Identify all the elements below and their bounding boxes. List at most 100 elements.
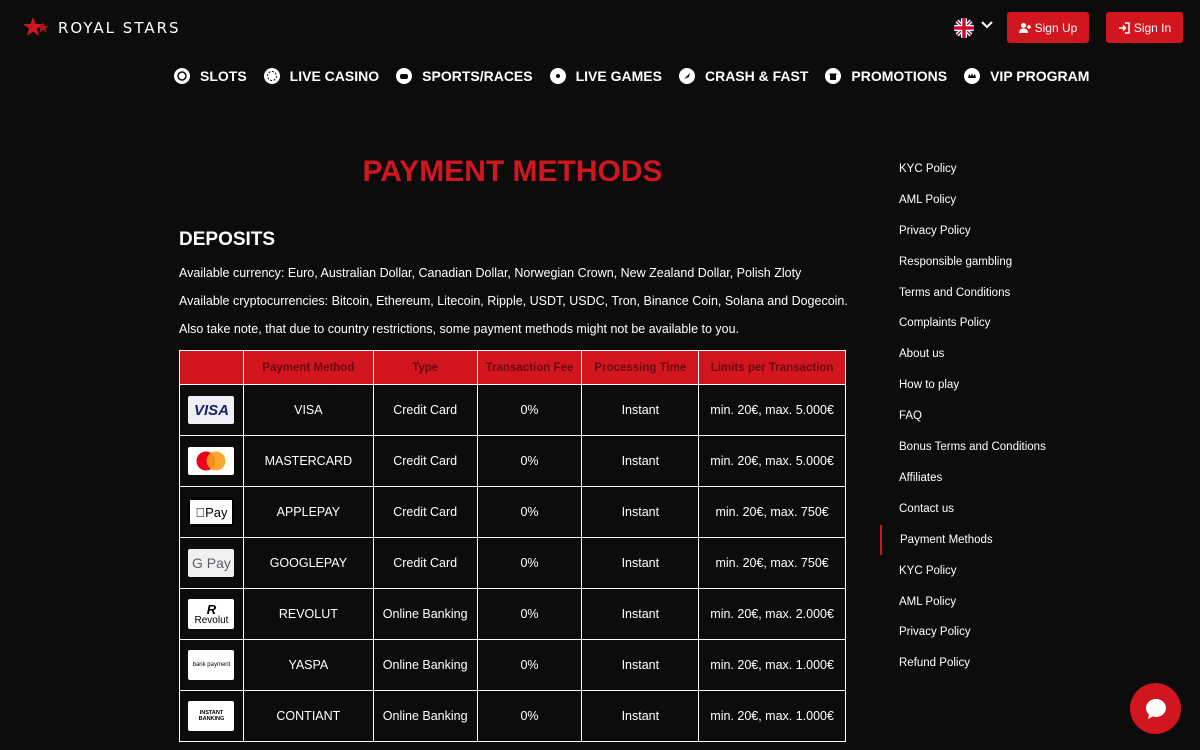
live-games-icon	[549, 68, 566, 84]
chevron-down-icon[interactable]	[980, 18, 994, 32]
sidebar-item-complaints[interactable]: Complaints Policy	[880, 312, 1080, 343]
table-header: Processing Time	[581, 350, 700, 385]
method-name: APPLEPAY	[242, 486, 374, 538]
table-row: R Revolut REVOLUT Online Banking 0% Inst…	[179, 588, 846, 640]
nav-item-sports-races[interactable]: SPORTS/RACES	[396, 68, 533, 84]
method-fee: 0%	[476, 639, 583, 691]
payment-logo-cell	[179, 435, 244, 487]
method-type: Online Banking	[372, 588, 478, 640]
logo[interactable]: ROYAL STARS	[24, 16, 181, 40]
method-name: MASTERCARD	[242, 435, 374, 487]
method-type: Online Banking	[372, 639, 478, 691]
table-row: VISA VISA Credit Card 0% Instant min. 20…	[179, 384, 846, 436]
method-time: Instant	[581, 486, 700, 538]
nav-item-vip-program[interactable]: VIP PROGRAM	[964, 68, 1089, 84]
method-type: Credit Card	[372, 435, 478, 487]
sidebar-item-how-to-play[interactable]: How to play	[880, 374, 1080, 405]
user-plus-icon	[1018, 22, 1031, 33]
nav-item-live-casino[interactable]: LIVE CASINO	[263, 68, 379, 84]
table-header-row: Payment Method Type Transaction Fee Proc…	[179, 350, 846, 385]
method-name: GOOGLEPAY	[242, 537, 374, 589]
header: ROYAL STARS Sign Up Sign In	[0, 0, 1200, 55]
method-limits: min. 20€, max. 2.000€	[698, 588, 846, 640]
sign-up-label: Sign Up	[1034, 20, 1078, 35]
table-header	[179, 350, 244, 385]
payment-methods-table: Payment Method Type Transaction Fee Proc…	[179, 350, 846, 742]
policy-sidebar: KYC Policy AML Policy Privacy Policy Res…	[880, 158, 1080, 683]
rocket-icon	[678, 68, 695, 84]
nav-label: VIP PROGRAM	[990, 68, 1090, 84]
method-time: Instant	[581, 537, 700, 589]
table-header: Transaction Fee	[476, 350, 583, 385]
sidebar-item-responsible-gambling[interactable]: Responsible gambling	[880, 251, 1080, 282]
method-name: CONTIANT	[242, 690, 374, 742]
nav-item-promotions[interactable]: PROMOTIONS	[825, 68, 947, 84]
method-time: Instant	[581, 435, 700, 487]
method-fee: 0%	[476, 690, 583, 742]
mastercard-logo	[188, 447, 235, 475]
main-nav: SLOTS LIVE CASINO SPORTS/RACES LIVE GAME…	[174, 68, 1106, 84]
method-fee: 0%	[476, 384, 583, 436]
revolut-logo: R Revolut	[188, 599, 235, 629]
payment-logo-cell: R Revolut	[179, 588, 244, 640]
google-pay-logo: G Pay	[188, 549, 235, 577]
sidebar-item-affiliates[interactable]: Affiliates	[880, 467, 1080, 498]
sidebar-item-refund-policy[interactable]: Refund Policy	[880, 652, 1080, 683]
method-name: YASPA	[242, 639, 374, 691]
method-type: Credit Card	[372, 384, 478, 436]
sidebar-item-aml-policy-2[interactable]: AML Policy	[880, 591, 1080, 622]
sidebar-item-terms[interactable]: Terms and Conditions	[880, 282, 1080, 313]
uk-flag-icon[interactable]	[954, 18, 974, 38]
sign-in-label: Sign In	[1133, 20, 1172, 35]
sidebar-item-privacy-policy-2[interactable]: Privacy Policy	[880, 621, 1080, 652]
currency-text: Available currency: Euro, Australian Dol…	[179, 266, 802, 280]
nav-item-slots[interactable]: SLOTS	[174, 68, 247, 84]
sidebar-item-payment-methods[interactable]: Payment Methods	[880, 524, 1080, 555]
logo-text: ROYAL STARS	[58, 19, 181, 37]
method-type: Credit Card	[372, 537, 478, 589]
restriction-note: Also take note, that due to country rest…	[179, 322, 740, 336]
sidebar-item-privacy-policy[interactable]: Privacy Policy	[880, 220, 1080, 251]
method-fee: 0%	[476, 537, 583, 589]
method-name: REVOLUT	[242, 588, 374, 640]
nav-label: SPORTS/RACES	[422, 68, 533, 84]
sidebar-item-bonus-terms[interactable]: Bonus Terms and Conditions	[880, 436, 1080, 467]
method-fee: 0%	[476, 435, 583, 487]
payment-logo-cell: G Pay	[179, 537, 244, 589]
method-limits: min. 20€, max. 5.000€	[698, 384, 846, 436]
slots-icon	[174, 68, 190, 84]
sign-in-button[interactable]: Sign In	[1106, 12, 1183, 43]
chat-button[interactable]	[1130, 683, 1181, 734]
nav-label: CRASH & FAST	[704, 68, 809, 84]
nav-label: LIVE GAMES	[575, 68, 662, 84]
section-title-deposits: DEPOSITS	[179, 229, 276, 250]
method-time: Instant	[581, 690, 700, 742]
table-header: Type	[372, 350, 478, 385]
sidebar-item-about-us[interactable]: About us	[880, 343, 1080, 374]
sidebar-item-aml-policy[interactable]: AML Policy	[880, 189, 1080, 220]
payment-logo-cell: bank payment	[179, 639, 244, 691]
sidebar-item-kyc-policy[interactable]: KYC Policy	[880, 158, 1080, 189]
table-row: Pay APPLEPAY Credit Card 0% Instant min…	[179, 486, 846, 538]
method-limits: min. 20€, max. 5.000€	[698, 435, 846, 487]
gift-icon	[825, 68, 842, 84]
method-type: Online Banking	[372, 690, 478, 742]
page-title: PAYMENT METHODS	[362, 155, 663, 188]
apple-pay-logo: Pay	[188, 498, 235, 526]
nav-item-crash-fast[interactable]: CRASH & FAST	[678, 68, 809, 84]
table-header: Limits per Transaction	[698, 350, 846, 385]
sign-up-button[interactable]: Sign Up	[1007, 12, 1089, 43]
yaspa-logo: bank payment	[188, 650, 235, 680]
nav-item-live-games[interactable]: LIVE GAMES	[549, 68, 662, 84]
live-casino-icon	[263, 68, 280, 84]
method-fee: 0%	[476, 588, 583, 640]
method-limits: min. 20€, max. 1.000€	[698, 690, 846, 742]
sidebar-item-kyc-policy-2[interactable]: KYC Policy	[880, 560, 1080, 591]
method-fee: 0%	[476, 486, 583, 538]
table-row: INSTANT BANKING CONTIANT Online Banking …	[179, 690, 846, 742]
crown-icon	[964, 68, 981, 84]
method-time: Instant	[581, 639, 700, 691]
payment-logo-cell: INSTANT BANKING	[179, 690, 244, 742]
sidebar-item-faq[interactable]: FAQ	[880, 405, 1080, 436]
nav-label: SLOTS	[200, 68, 247, 84]
